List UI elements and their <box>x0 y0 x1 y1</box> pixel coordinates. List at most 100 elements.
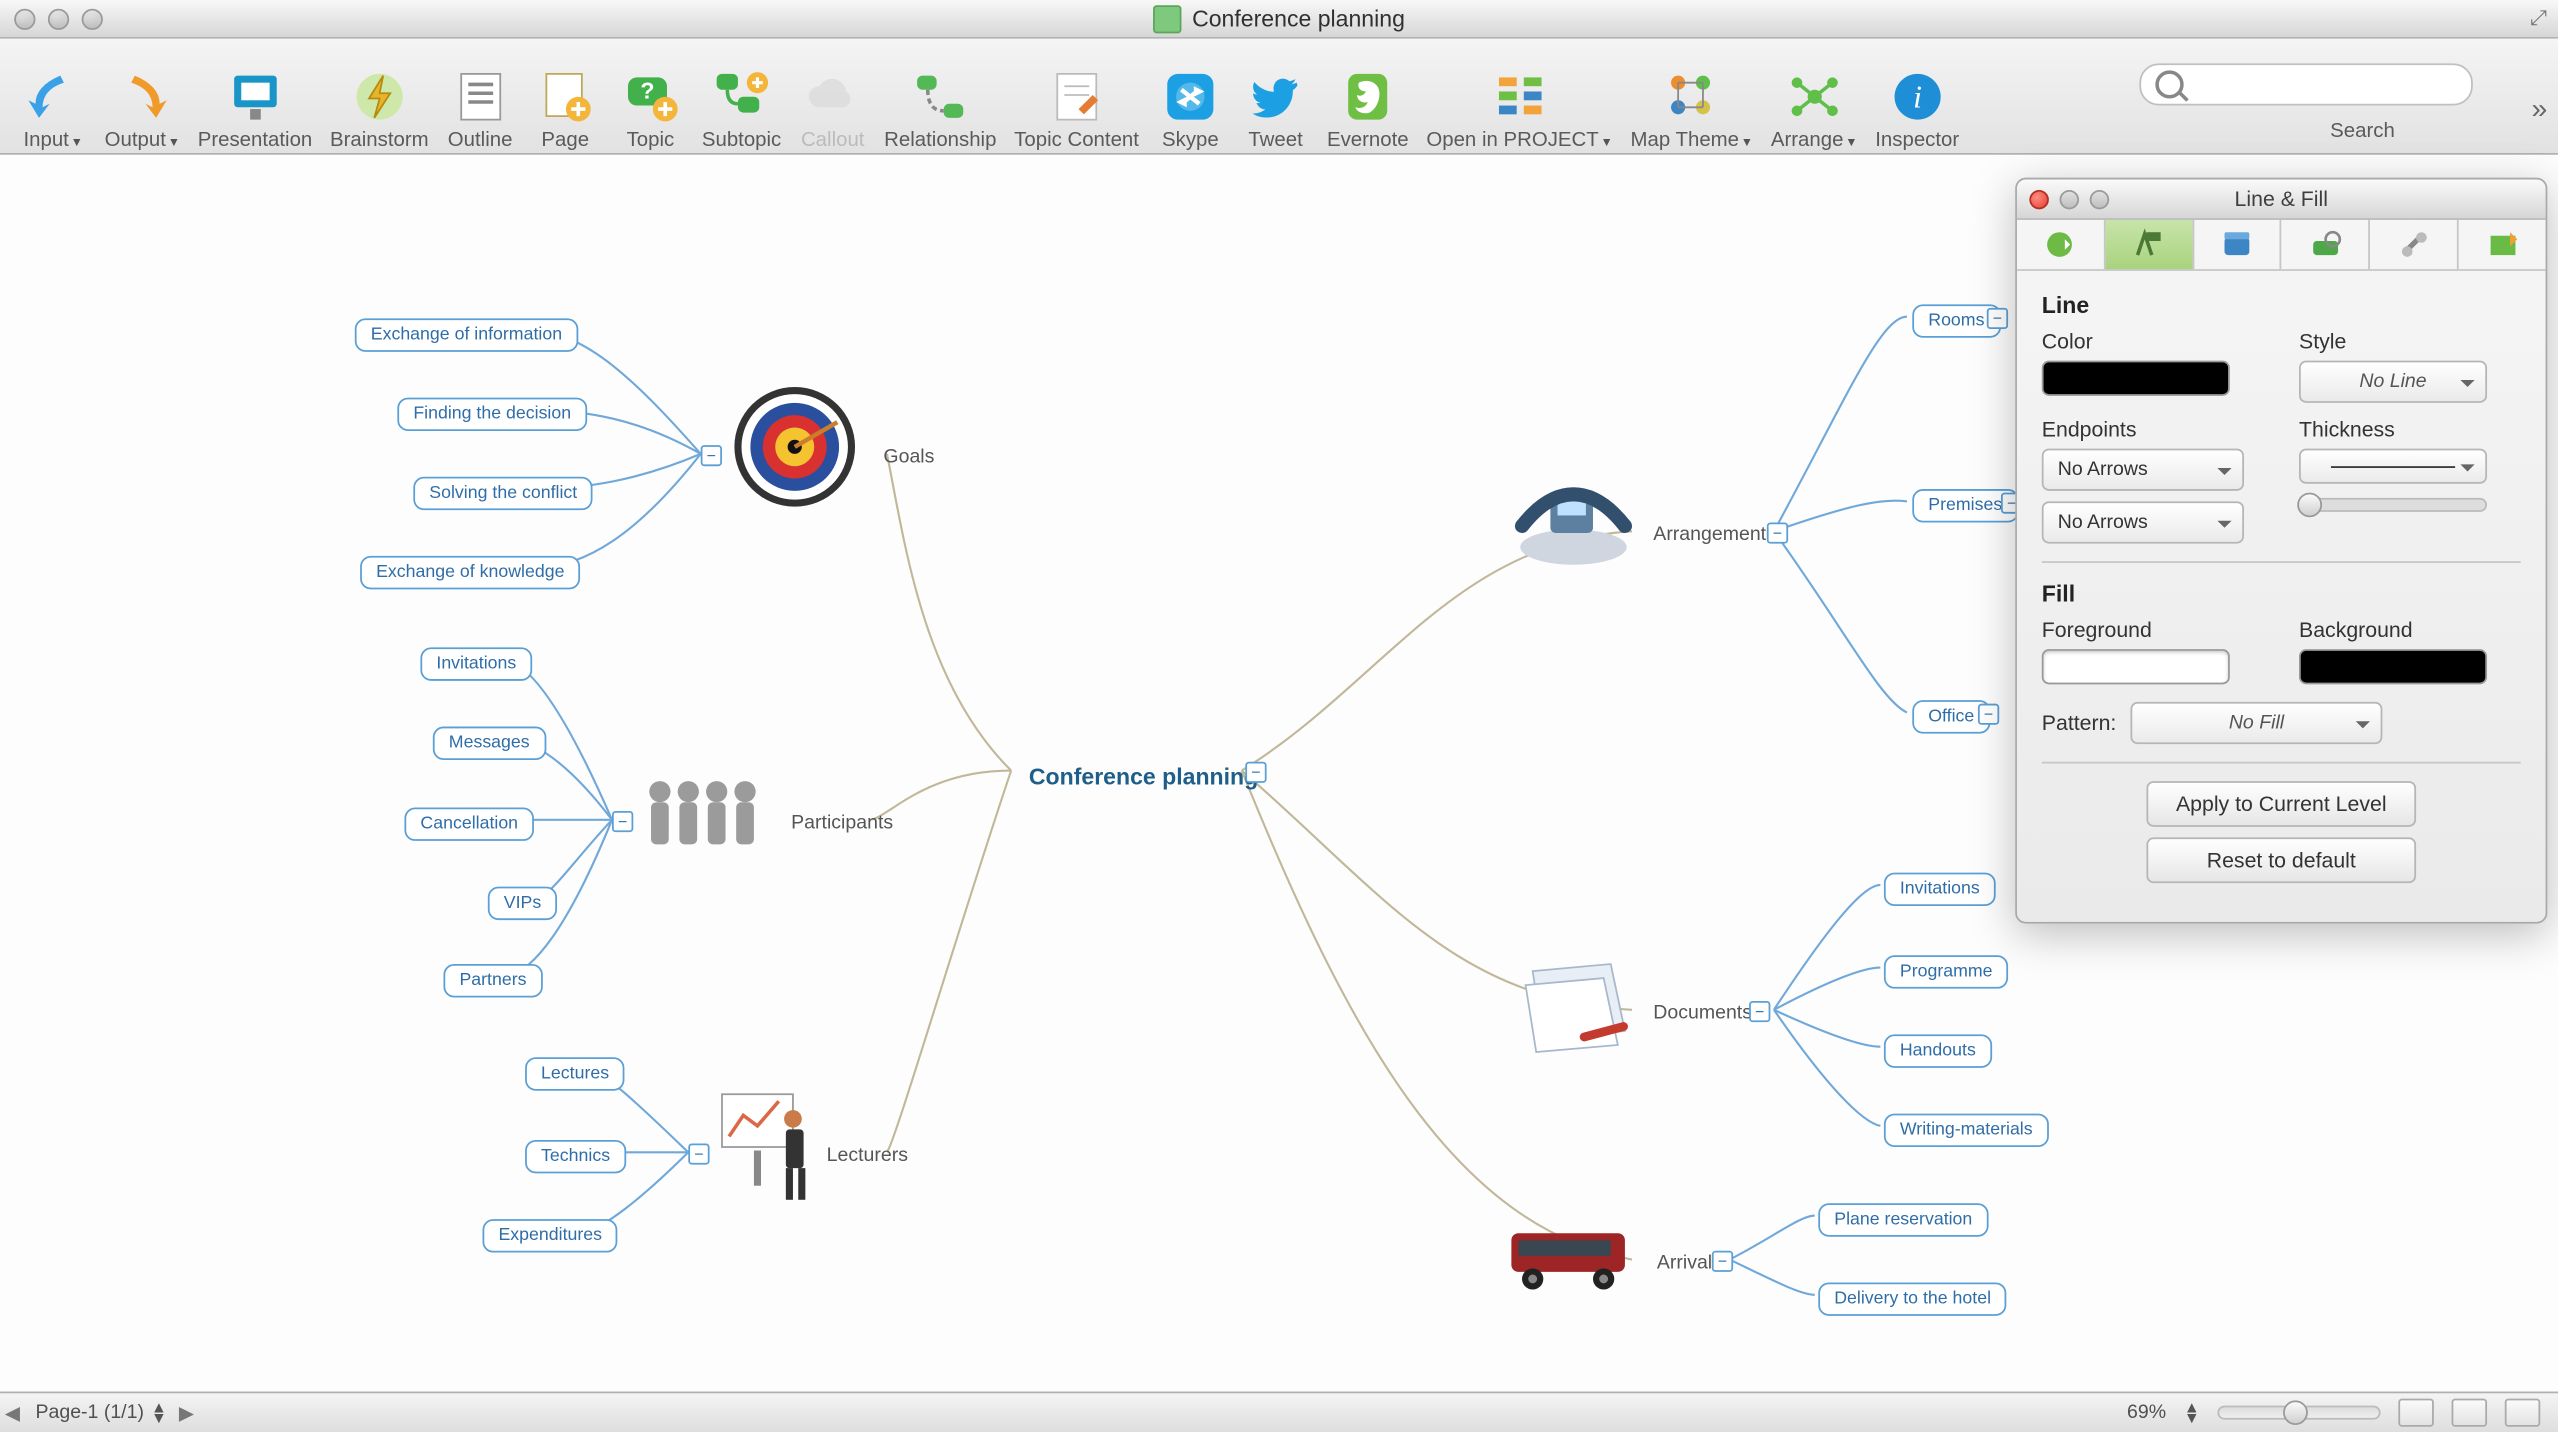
toolbar-input[interactable]: Input▼ <box>12 41 94 150</box>
node-lecturers-1[interactable]: Technics <box>525 1140 626 1173</box>
inspector-tab-3[interactable] <box>2192 220 2280 269</box>
zoom-slider[interactable] <box>2217 1406 2380 1420</box>
reset-button[interactable]: Reset to default <box>2146 837 2416 883</box>
expander-office[interactable]: − <box>1978 704 1999 725</box>
expander-participants[interactable]: − <box>612 811 633 832</box>
expander-documents[interactable]: − <box>1749 1001 1770 1022</box>
inspector-tab-line-fill[interactable] <box>2104 220 2192 269</box>
foreground-swatch[interactable] <box>2042 649 2230 684</box>
toolbar-label: Open in PROJECT▼ <box>1426 129 1612 150</box>
search-input[interactable] <box>2139 63 2472 105</box>
statusbar: ◀ Page-1 (1/1) ▲▼ ▶ 69% ▲▼ <box>0 1392 2558 1432</box>
endpoint-end-select[interactable]: No Arrows <box>2042 501 2244 543</box>
titlebar[interactable]: Conference planning ⤢ <box>0 0 2558 39</box>
node-documents-1[interactable]: Programme <box>1884 955 2009 988</box>
node-arrival-0[interactable]: Plane reservation <box>1818 1203 1988 1236</box>
node-lecturers-2[interactable]: Expenditures <box>483 1219 618 1252</box>
toolbar-open-in-project[interactable]: Open in PROJECT▼ <box>1419 41 1620 150</box>
search-icon <box>2155 70 2183 98</box>
node-arrival-1[interactable]: Delivery to the hotel <box>1818 1282 2007 1315</box>
inspector-panel[interactable]: Line & Fill Line Color Style No Line <box>2015 178 2547 924</box>
topic-participants[interactable]: Participants <box>777 807 907 839</box>
toolbar-map-theme[interactable]: Map Theme▼ <box>1623 41 1760 150</box>
svg-text:i: i <box>1913 79 1922 114</box>
inspector-tab-6[interactable] <box>2457 220 2545 269</box>
apply-button[interactable]: Apply to Current Level <box>2146 781 2416 827</box>
toolbar-presentation[interactable]: Presentation <box>191 41 320 150</box>
toolbar-topic-content[interactable]: Topic Content <box>1007 41 1146 150</box>
fullscreen-icon[interactable]: ⤢ <box>2530 5 2547 31</box>
page-selector[interactable]: Page-1 (1/1) ▲▼ <box>35 1402 166 1423</box>
inspector-tab-4[interactable] <box>2280 220 2368 269</box>
inspector-tab-1[interactable] <box>2017 220 2104 269</box>
toolbar-inspector[interactable]: iInspector <box>1868 41 1966 150</box>
toolbar-evernote[interactable]: Evernote <box>1320 41 1416 150</box>
expander-goals[interactable]: − <box>701 445 722 466</box>
node-participants-3[interactable]: VIPs <box>488 887 557 920</box>
center-expander[interactable]: − <box>1245 762 1266 783</box>
fill-section-title: Fill <box>2042 581 2521 607</box>
toolbar-overflow-icon[interactable]: » <box>2532 95 2548 127</box>
node-documents-0[interactable]: Invitations <box>1884 873 1996 906</box>
expander-lecturers[interactable]: − <box>688 1143 709 1164</box>
node-goals-2[interactable]: Solving the conflict <box>413 477 593 510</box>
view-mode-2[interactable] <box>2452 1399 2487 1427</box>
pattern-select[interactable]: No Fill <box>2131 702 2383 744</box>
next-page-button[interactable]: ▶ <box>174 1401 199 1424</box>
expander-arrangement[interactable]: − <box>1767 522 1788 543</box>
toolbar-brainstorm[interactable]: Brainstorm <box>323 41 436 150</box>
line-style-select[interactable]: No Line <box>2299 361 2487 403</box>
target-icon <box>731 384 859 511</box>
view-mode-1[interactable] <box>2398 1399 2433 1427</box>
inspector-tab-5[interactable] <box>2369 220 2457 269</box>
node-goals-1[interactable]: Finding the decision <box>397 398 587 431</box>
node-goals-0[interactable]: Exchange of information <box>355 318 578 351</box>
expander-arrival[interactable]: − <box>1712 1251 1733 1272</box>
thickness-slider[interactable] <box>2299 498 2487 512</box>
prev-page-button[interactable]: ◀ <box>0 1401 25 1424</box>
outline-icon <box>446 68 513 124</box>
line-color-swatch[interactable] <box>2042 361 2230 396</box>
background-swatch[interactable] <box>2299 649 2487 684</box>
node-participants-2[interactable]: Cancellation <box>404 807 534 840</box>
node-goals-3[interactable]: Exchange of knowledge <box>360 556 580 589</box>
node-documents-2[interactable]: Handouts <box>1884 1034 1992 1067</box>
thickness-select[interactable] <box>2299 449 2487 484</box>
toolbar-outline[interactable]: Outline <box>439 41 521 150</box>
center-topic[interactable]: Conference planning <box>1015 758 1273 795</box>
bus-icon <box>1504 1219 1642 1298</box>
expander-rooms[interactable]: − <box>1987 308 2008 329</box>
node-participants-0[interactable]: Invitations <box>420 647 532 680</box>
inspector-tabs <box>2017 220 2546 271</box>
inspector-titlebar[interactable]: Line & Fill <box>2017 179 2546 219</box>
toolbar-label: Page <box>541 129 589 150</box>
toolbar-topic[interactable]: ?Topic <box>610 41 692 150</box>
view-mode-3[interactable] <box>2505 1399 2540 1427</box>
topic-goals[interactable]: Goals <box>869 442 948 474</box>
line-section-title: Line <box>2042 292 2521 318</box>
window-title-text: Conference planning <box>1192 5 1405 31</box>
foreground-label: Foreground <box>2042 617 2264 642</box>
node-participants-4[interactable]: Partners <box>443 964 542 997</box>
open-in-project-icon <box>1486 68 1553 124</box>
topic-lecturers[interactable]: Lecturers <box>812 1140 922 1172</box>
toolbar-subtopic[interactable]: Subtopic <box>695 41 789 150</box>
toolbar-label: Evernote <box>1327 129 1409 150</box>
node-participants-1[interactable]: Messages <box>433 727 546 760</box>
node-documents-3[interactable]: Writing-materials <box>1884 1114 2049 1147</box>
toolbar: Input▼Output▼PresentationBrainstormOutli… <box>0 39 2558 155</box>
topic-arrangement[interactable]: Arrangement <box>1639 519 1780 551</box>
toolbar-relationship[interactable]: Relationship <box>877 41 1003 150</box>
background-label: Background <box>2299 617 2521 642</box>
page-stepper[interactable]: ▲▼ <box>151 1402 167 1423</box>
toolbar-label: Relationship <box>884 129 996 150</box>
endpoint-start-select[interactable]: No Arrows <box>2042 449 2244 491</box>
toolbar-tweet[interactable]: Tweet <box>1235 41 1317 150</box>
toolbar-page[interactable]: Page <box>524 41 606 150</box>
node-lecturers-0[interactable]: Lectures <box>525 1057 625 1090</box>
zoom-stepper[interactable]: ▲▼ <box>2184 1402 2200 1423</box>
toolbar-skype[interactable]: Skype <box>1150 41 1232 150</box>
toolbar-arrange[interactable]: Arrange▼ <box>1764 41 1865 150</box>
toolbar-output[interactable]: Output▼ <box>98 41 188 150</box>
topic-documents[interactable]: Documents <box>1639 997 1766 1029</box>
